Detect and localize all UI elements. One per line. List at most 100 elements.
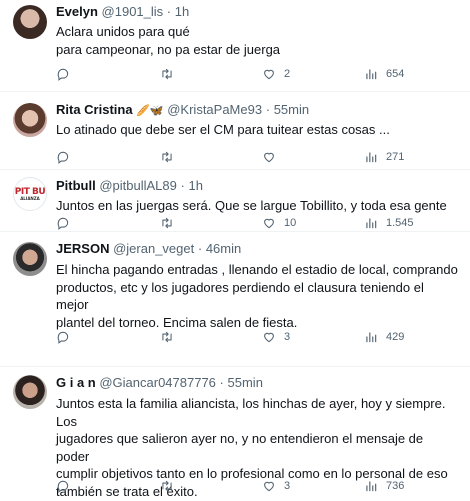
like-button[interactable]: 2: [262, 66, 290, 82]
avatar[interactable]: [13, 103, 47, 137]
views-button[interactable]: 654: [364, 66, 404, 82]
view-count: 1.545: [386, 217, 414, 229]
tweet-header: Rita Cristina 🥖🦋 @KristaPaMe93 · 55min: [56, 102, 309, 119]
retweet-icon: [162, 68, 172, 80]
retweet-button[interactable]: [160, 66, 174, 82]
views-chart-icon: [366, 481, 377, 492]
reply-icon: [57, 331, 69, 344]
reply-icon: [57, 480, 69, 493]
tweet-actions: 10 1.545: [56, 215, 456, 231]
tweet-text-line: Aclara unidos para qué: [56, 24, 190, 39]
tweet-header: Evelyn @1901_lis · 1h: [56, 4, 189, 20]
tweet-text-line: Lo atinado que debe ser el CM para tuite…: [56, 122, 390, 137]
tweet-pitbull[interactable]: PIT BU ALIANZA Pitbull @pitbullAL89 · 1h…: [0, 170, 470, 232]
author-name[interactable]: JERSON: [56, 241, 109, 256]
club-logo-icon: PIT BU ALIANZA: [14, 186, 46, 201]
reply-icon: [57, 151, 69, 164]
tweet-rita-cristina[interactable]: Rita Cristina 🥖🦋 @KristaPaMe93 · 55min L…: [0, 92, 470, 170]
views-chart-icon: [366, 69, 377, 80]
avatar-logo-subtext: ALIANZA: [20, 195, 40, 201]
retweet-icon: [162, 480, 172, 492]
tweet-text-line: Juntos en las juergas será. Que se largu…: [56, 198, 447, 213]
heart-icon: [264, 218, 274, 229]
like-button[interactable]: 3: [262, 329, 290, 345]
avatar[interactable]: PIT BU ALIANZA: [13, 177, 47, 211]
tweet-actions: 271: [56, 149, 456, 165]
view-count: 429: [386, 331, 405, 343]
avatar[interactable]: [13, 5, 47, 39]
tweet-text-line: El hincha pagando entradas , llenando el…: [56, 262, 458, 277]
views-button[interactable]: 429: [364, 329, 404, 345]
avatar[interactable]: [13, 375, 47, 409]
author-handle[interactable]: @1901_lis: [102, 4, 164, 19]
reply-button[interactable]: [56, 329, 70, 345]
views-button[interactable]: 736: [364, 478, 404, 494]
like-count: 3: [284, 480, 291, 492]
retweet-icon: [162, 151, 172, 163]
author-handle[interactable]: @Giancar04787776: [99, 375, 216, 390]
retweet-icon: [162, 217, 172, 229]
reply-icon: [57, 68, 69, 81]
author-handle[interactable]: @pitbullAL89: [99, 178, 177, 193]
reply-button[interactable]: [56, 215, 70, 231]
tweet-text: Lo atinado que debe ser el CM para tuite…: [56, 121, 458, 139]
view-count: 654: [386, 68, 405, 80]
author-name[interactable]: Pitbull: [56, 178, 96, 193]
heart-icon: [264, 69, 274, 80]
separator-dot: ·: [219, 375, 224, 390]
author-handle[interactable]: @jeran_veget: [113, 241, 194, 256]
heart-icon: [264, 152, 274, 163]
tweet-time[interactable]: 55min: [274, 102, 309, 117]
views-chart-icon: [366, 218, 377, 229]
separator-dot: ·: [180, 178, 185, 193]
heart-icon: [264, 332, 274, 343]
tweet-gian[interactable]: G i a n @Giancar04787776 · 55min Juntos …: [0, 367, 470, 501]
tweet-text: El hincha pagando entradas , llenando el…: [56, 261, 458, 331]
tweet-jerson[interactable]: JERSON @jeran_veget · 46min El hincha pa…: [0, 232, 470, 367]
tweet-actions: 3 429: [56, 329, 456, 345]
retweet-button[interactable]: [160, 149, 174, 165]
author-handle[interactable]: @KristaPaMe93: [167, 102, 262, 117]
tweet-text-line: para campeonar, no pa estar de juerga: [56, 41, 281, 57]
avatar-logo-text: PIT BU: [14, 186, 46, 197]
tweet-time[interactable]: 1h: [175, 4, 189, 19]
retweet-icon: [162, 331, 172, 343]
views-chart-icon: [366, 152, 377, 163]
retweet-button[interactable]: [160, 329, 174, 345]
author-name[interactable]: Rita Cristina: [56, 102, 133, 117]
retweet-button[interactable]: [160, 478, 174, 494]
tweet-evelyn[interactable]: Evelyn @1901_lis · 1h Aclara unidos para…: [0, 0, 470, 92]
views-chart-icon: [366, 332, 377, 343]
like-count: 3: [284, 331, 291, 343]
tweet-time[interactable]: 46min: [206, 241, 241, 256]
tweet-text: Juntos en las juergas será. Que se largu…: [56, 197, 458, 215]
tweet-actions: 3 736: [56, 478, 456, 494]
views-button[interactable]: 271: [364, 149, 404, 165]
like-button[interactable]: 3: [262, 478, 290, 494]
tweet-text: Aclara unidos para qué para campeonar, n…: [56, 23, 458, 58]
reply-button[interactable]: [56, 478, 70, 494]
tweet-time[interactable]: 1h: [188, 178, 202, 193]
retweet-button[interactable]: [160, 215, 174, 231]
tweet-header: Pitbull @pitbullAL89 · 1h: [56, 178, 203, 194]
like-button[interactable]: [262, 149, 284, 165]
view-count: 271: [386, 151, 405, 163]
tweet-actions: 2 654: [56, 66, 456, 82]
separator-dot: ·: [166, 4, 172, 19]
heart-icon: [264, 481, 274, 492]
tweet-text-line: Juntos esta la familia aliancista, los h…: [56, 396, 446, 429]
view-count: 736: [386, 480, 405, 492]
avatar[interactable]: [13, 242, 47, 276]
separator-dot: ·: [197, 241, 203, 256]
like-button[interactable]: 10: [262, 215, 296, 231]
tweet-feed: Evelyn @1901_lis · 1h Aclara unidos para…: [0, 0, 470, 501]
tweet-header: G i a n @Giancar04787776 · 55min: [56, 375, 263, 391]
reply-button[interactable]: [56, 66, 70, 82]
author-name[interactable]: G i a n: [56, 375, 96, 390]
tweet-time[interactable]: 55min: [228, 375, 263, 390]
author-name[interactable]: Evelyn: [56, 4, 98, 19]
reply-button[interactable]: [56, 149, 70, 165]
separator-dot: ·: [265, 102, 271, 117]
views-button[interactable]: 1.545: [364, 215, 414, 231]
tweet-header: JERSON @jeran_veget · 46min: [56, 241, 241, 257]
